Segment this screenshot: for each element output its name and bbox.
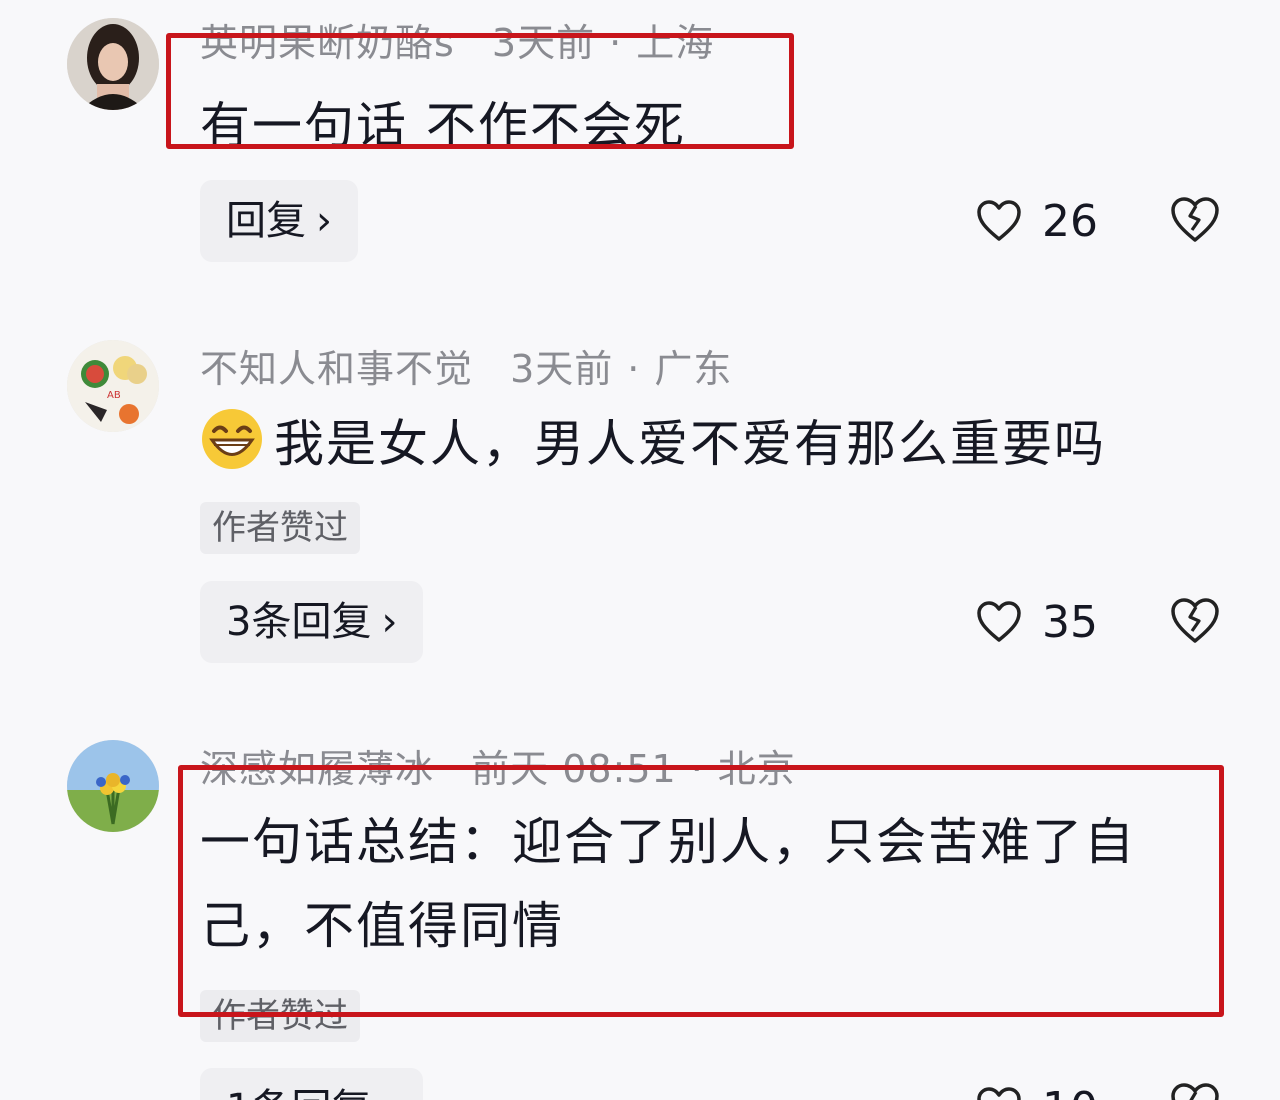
heart-outline-icon xyxy=(977,601,1021,642)
chevron-right-icon: › xyxy=(381,1068,397,1100)
broken-heart-icon xyxy=(1171,598,1219,643)
like-button[interactable]: 26 xyxy=(976,191,1098,251)
comment-text-content: 我是女人，男人爱不爱有那么重要吗 xyxy=(274,415,1106,473)
comment-text-line: 一句话总结：迎合了别人，只会苦难了自 xyxy=(200,813,1136,871)
dislike-button[interactable] xyxy=(1170,1082,1220,1100)
username[interactable]: 深感如履薄冰 xyxy=(200,747,434,791)
broken-heart-icon xyxy=(1171,1083,1219,1100)
location: 广东 xyxy=(654,347,733,391)
like-button[interactable]: 35 xyxy=(976,592,1098,652)
comment-text: 有一句话 不作不会死 xyxy=(200,97,686,155)
view-replies-button[interactable]: 3条回复 › xyxy=(200,581,424,663)
chevron-right-icon: › xyxy=(316,198,332,244)
like-button[interactable]: 10 xyxy=(976,1078,1098,1100)
chevron-right-icon: › xyxy=(381,599,398,645)
reply-button[interactable]: 回复 › xyxy=(200,180,358,262)
heart-outline-icon xyxy=(977,1087,1021,1100)
dislike-button[interactable] xyxy=(1170,196,1220,246)
comment-meta: 英明果断奶酪s 3天前 · 上海 xyxy=(200,21,715,65)
comment-text: 一句话总结：迎合了别人，只会苦难了自 己，不值得同情 xyxy=(200,800,1160,968)
avatar[interactable]: AB xyxy=(67,340,159,432)
avatar[interactable] xyxy=(67,18,159,110)
location: 上海 xyxy=(636,21,715,65)
comment-text: 我是女人，男人爱不爱有那么重要吗 xyxy=(200,404,1106,476)
timestamp: 3天前 xyxy=(491,21,596,65)
username[interactable]: 不知人和事不觉 xyxy=(200,347,473,391)
reply-label: 回复 xyxy=(226,198,306,244)
view-replies-button[interactable]: 1条回复 › xyxy=(200,1068,424,1100)
comment-text-line: 己，不值得同情 xyxy=(200,897,564,955)
author-liked-badge: 作者赞过 xyxy=(200,502,360,554)
grinning-face-icon xyxy=(202,409,262,469)
location: 北京 xyxy=(717,747,796,791)
svg-text:AB: AB xyxy=(107,390,121,401)
avatar[interactable] xyxy=(67,740,159,832)
timestamp: 3天前 xyxy=(510,347,614,391)
author-liked-badge: 作者赞过 xyxy=(200,990,360,1042)
timestamp: 前天 08:51 xyxy=(471,747,677,791)
like-count: 26 xyxy=(1042,195,1098,247)
like-count: 10 xyxy=(1042,1083,1098,1100)
broken-heart-icon xyxy=(1171,197,1219,242)
like-count: 35 xyxy=(1042,596,1098,648)
username[interactable]: 英明果断奶酪s xyxy=(200,21,455,65)
comment-meta: 深感如履薄冰 前天 08:51 · 北京 xyxy=(200,747,796,791)
heart-outline-icon xyxy=(977,200,1021,241)
reply-label: 1条回复 xyxy=(226,1086,371,1100)
reply-label: 3条回复 xyxy=(226,599,372,645)
dislike-button[interactable] xyxy=(1170,597,1220,647)
comment-meta: 不知人和事不觉 3天前 · 广东 xyxy=(200,347,733,391)
